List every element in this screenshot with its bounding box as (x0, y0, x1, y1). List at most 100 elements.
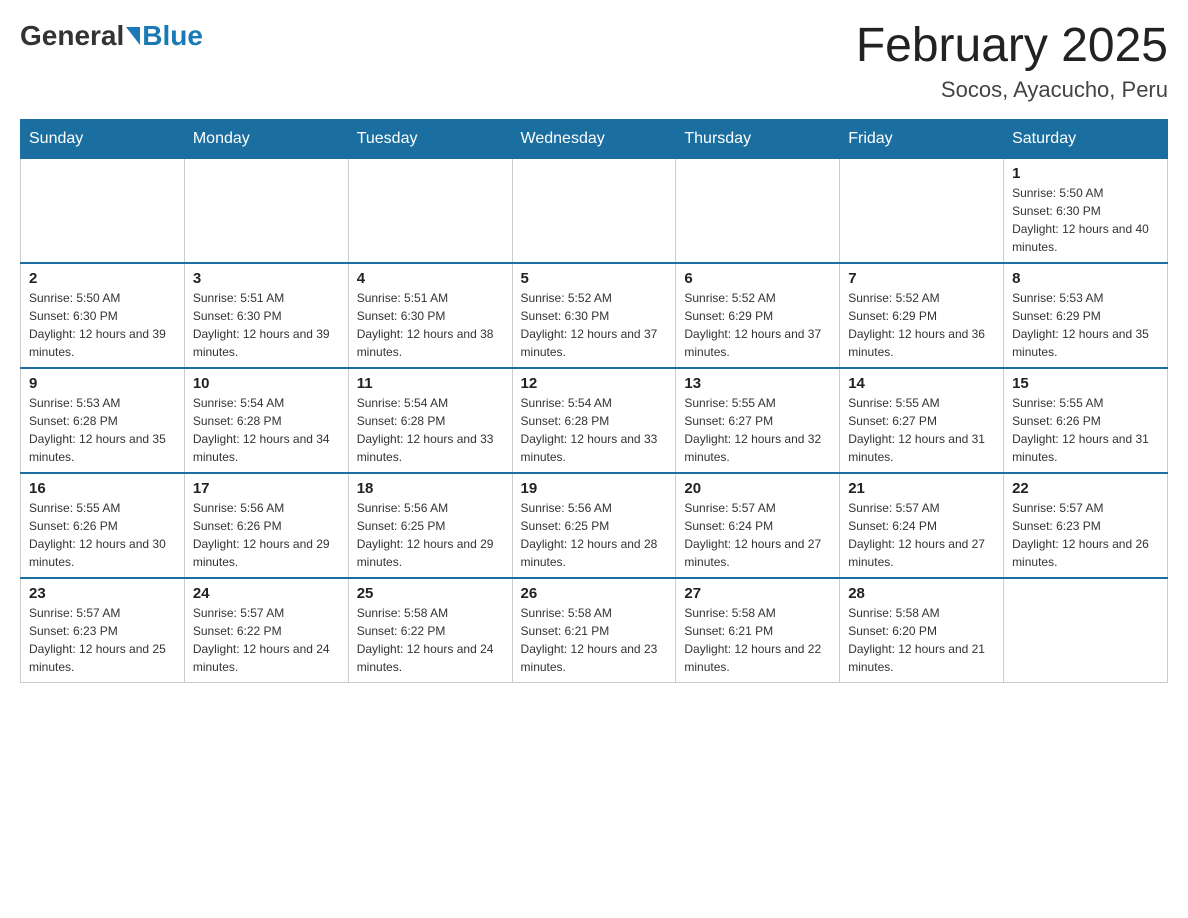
table-row: 21 Sunrise: 5:57 AM Sunset: 6:24 PM Dayli… (840, 473, 1004, 578)
day-info: Sunrise: 5:55 AM Sunset: 6:27 PM Dayligh… (848, 394, 995, 466)
day-info: Sunrise: 5:57 AM Sunset: 6:24 PM Dayligh… (848, 499, 995, 571)
table-row: 1 Sunrise: 5:50 AM Sunset: 6:30 PM Daylig… (1004, 158, 1168, 263)
table-row (184, 158, 348, 263)
day-number: 15 (1012, 375, 1159, 392)
day-info: Sunrise: 5:56 AM Sunset: 6:26 PM Dayligh… (193, 499, 340, 571)
table-row: 14 Sunrise: 5:55 AM Sunset: 6:27 PM Dayli… (840, 368, 1004, 473)
day-info: Sunrise: 5:53 AM Sunset: 6:28 PM Dayligh… (29, 394, 176, 466)
header-monday: Monday (184, 119, 348, 158)
day-info: Sunrise: 5:58 AM Sunset: 6:20 PM Dayligh… (848, 604, 995, 676)
day-info: Sunrise: 5:56 AM Sunset: 6:25 PM Dayligh… (357, 499, 504, 571)
logo-general-text: General (20, 20, 124, 52)
day-number: 26 (521, 585, 668, 602)
day-number: 25 (357, 585, 504, 602)
table-row: 6Sunrise: 5:52 AM Sunset: 6:29 PM Daylig… (676, 263, 840, 368)
header-thursday: Thursday (676, 119, 840, 158)
logo: General Blue (20, 20, 203, 52)
table-row: 12 Sunrise: 5:54 AM Sunset: 6:28 PM Dayli… (512, 368, 676, 473)
table-row: 26Sunrise: 5:58 AM Sunset: 6:21 PM Dayli… (512, 578, 676, 683)
day-number: 1 (1012, 165, 1159, 182)
table-row: 25 Sunrise: 5:58 AM Sunset: 6:22 PM Dayli… (348, 578, 512, 683)
day-number: 14 (848, 375, 995, 392)
table-row: 3Sunrise: 5:51 AM Sunset: 6:30 PM Daylig… (184, 263, 348, 368)
table-row: 28 Sunrise: 5:58 AM Sunset: 6:20 PM Dayli… (840, 578, 1004, 683)
day-number: 8 (1012, 270, 1159, 287)
location-subtitle: Socos, Ayacucho, Peru (856, 77, 1168, 103)
day-number: 10 (193, 375, 340, 392)
day-info: Sunrise: 5:57 AM Sunset: 6:23 PM Dayligh… (29, 604, 176, 676)
day-info: Sunrise: 5:58 AM Sunset: 6:22 PM Dayligh… (357, 604, 504, 676)
table-row: 16Sunrise: 5:55 AM Sunset: 6:26 PM Dayli… (21, 473, 185, 578)
day-info: Sunrise: 5:50 AM Sunset: 6:30 PM Dayligh… (29, 289, 176, 361)
day-number: 24 (193, 585, 340, 602)
day-info: Sunrise: 5:58 AM Sunset: 6:21 PM Dayligh… (684, 604, 831, 676)
table-row: 10 Sunrise: 5:54 AM Sunset: 6:28 PM Dayli… (184, 368, 348, 473)
day-number: 21 (848, 480, 995, 497)
day-info: Sunrise: 5:57 AM Sunset: 6:22 PM Dayligh… (193, 604, 340, 676)
calendar-week-4: 16Sunrise: 5:55 AM Sunset: 6:26 PM Dayli… (21, 473, 1168, 578)
day-info: Sunrise: 5:54 AM Sunset: 6:28 PM Dayligh… (521, 394, 668, 466)
day-number: 4 (357, 270, 504, 287)
day-info: Sunrise: 5:55 AM Sunset: 6:26 PM Dayligh… (1012, 394, 1159, 466)
table-row: 22 Sunrise: 5:57 AM Sunset: 6:23 PM Dayli… (1004, 473, 1168, 578)
table-row (512, 158, 676, 263)
day-info: Sunrise: 5:52 AM Sunset: 6:29 PM Dayligh… (848, 289, 995, 361)
table-row: 5Sunrise: 5:52 AM Sunset: 6:30 PM Daylig… (512, 263, 676, 368)
calendar-week-2: 2 Sunrise: 5:50 AM Sunset: 6:30 PM Daylig… (21, 263, 1168, 368)
day-info: Sunrise: 5:52 AM Sunset: 6:29 PM Dayligh… (684, 289, 831, 361)
day-number: 22 (1012, 480, 1159, 497)
logo-triangle-icon (126, 27, 140, 45)
day-info: Sunrise: 5:54 AM Sunset: 6:28 PM Dayligh… (357, 394, 504, 466)
day-number: 19 (521, 480, 668, 497)
table-row (840, 158, 1004, 263)
table-row (21, 158, 185, 263)
table-row: 2 Sunrise: 5:50 AM Sunset: 6:30 PM Daylig… (21, 263, 185, 368)
day-info: Sunrise: 5:52 AM Sunset: 6:30 PM Dayligh… (521, 289, 668, 361)
day-info: Sunrise: 5:51 AM Sunset: 6:30 PM Dayligh… (357, 289, 504, 361)
day-info: Sunrise: 5:57 AM Sunset: 6:23 PM Dayligh… (1012, 499, 1159, 571)
table-row: 9 Sunrise: 5:53 AM Sunset: 6:28 PM Daylig… (21, 368, 185, 473)
day-number: 27 (684, 585, 831, 602)
day-number: 12 (521, 375, 668, 392)
logo-blue-text: Blue (142, 20, 203, 52)
table-row (676, 158, 840, 263)
day-number: 28 (848, 585, 995, 602)
table-row (348, 158, 512, 263)
day-info: Sunrise: 5:56 AM Sunset: 6:25 PM Dayligh… (521, 499, 668, 571)
day-number: 9 (29, 375, 176, 392)
title-block: February 2025 Socos, Ayacucho, Peru (856, 20, 1168, 103)
table-row: 15 Sunrise: 5:55 AM Sunset: 6:26 PM Dayli… (1004, 368, 1168, 473)
day-info: Sunrise: 5:57 AM Sunset: 6:24 PM Dayligh… (684, 499, 831, 571)
header-friday: Friday (840, 119, 1004, 158)
day-number: 16 (29, 480, 176, 497)
table-row: 13 Sunrise: 5:55 AM Sunset: 6:27 PM Dayli… (676, 368, 840, 473)
calendar-week-5: 23 Sunrise: 5:57 AM Sunset: 6:23 PM Dayli… (21, 578, 1168, 683)
calendar-table: Sunday Monday Tuesday Wednesday Thursday… (20, 119, 1168, 683)
day-number: 20 (684, 480, 831, 497)
day-number: 18 (357, 480, 504, 497)
day-number: 13 (684, 375, 831, 392)
day-info: Sunrise: 5:55 AM Sunset: 6:27 PM Dayligh… (684, 394, 831, 466)
day-number: 7 (848, 270, 995, 287)
table-row: 7 Sunrise: 5:52 AM Sunset: 6:29 PM Daylig… (840, 263, 1004, 368)
day-info: Sunrise: 5:50 AM Sunset: 6:30 PM Dayligh… (1012, 184, 1159, 256)
table-row: 4 Sunrise: 5:51 AM Sunset: 6:30 PM Daylig… (348, 263, 512, 368)
header-wednesday: Wednesday (512, 119, 676, 158)
calendar-header-row: Sunday Monday Tuesday Wednesday Thursday… (21, 119, 1168, 158)
table-row: 27 Sunrise: 5:58 AM Sunset: 6:21 PM Dayli… (676, 578, 840, 683)
day-number: 23 (29, 585, 176, 602)
day-info: Sunrise: 5:53 AM Sunset: 6:29 PM Dayligh… (1012, 289, 1159, 361)
table-row: 23 Sunrise: 5:57 AM Sunset: 6:23 PM Dayli… (21, 578, 185, 683)
table-row: 17 Sunrise: 5:56 AM Sunset: 6:26 PM Dayli… (184, 473, 348, 578)
table-row: 8 Sunrise: 5:53 AM Sunset: 6:29 PM Daylig… (1004, 263, 1168, 368)
calendar-week-1: 1 Sunrise: 5:50 AM Sunset: 6:30 PM Daylig… (21, 158, 1168, 263)
day-number: 2 (29, 270, 176, 287)
table-row: 20 Sunrise: 5:57 AM Sunset: 6:24 PM Dayli… (676, 473, 840, 578)
day-number: 17 (193, 480, 340, 497)
table-row: 24 Sunrise: 5:57 AM Sunset: 6:22 PM Dayli… (184, 578, 348, 683)
day-number: 3 (193, 270, 340, 287)
day-info: Sunrise: 5:54 AM Sunset: 6:28 PM Dayligh… (193, 394, 340, 466)
day-number: 11 (357, 375, 504, 392)
table-row: 19 Sunrise: 5:56 AM Sunset: 6:25 PM Dayli… (512, 473, 676, 578)
page-header: General Blue February 2025 Socos, Ayacuc… (20, 20, 1168, 103)
